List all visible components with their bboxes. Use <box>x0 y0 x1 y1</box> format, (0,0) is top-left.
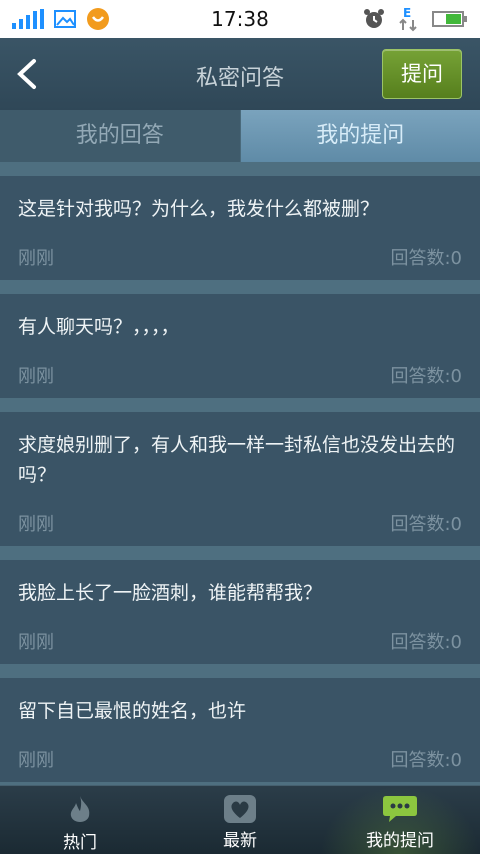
question-time: 刚刚 <box>18 248 54 269</box>
list-item[interactable]: 我脸上长了一脸酒刺，谁能帮帮我？ 刚刚 回答数:0 <box>0 560 480 664</box>
status-bar: 17:38 E <box>0 0 480 39</box>
list-item[interactable]: 留下自已最恨的姓名，也许 刚刚 回答数:0 <box>0 678 480 782</box>
heart-icon <box>224 795 256 823</box>
bottom-nav: 热门 最新 我的提问 <box>0 785 480 854</box>
tab-my-questions[interactable]: 我的提问 <box>240 110 480 162</box>
answer-count: 回答数:0 <box>390 248 462 269</box>
list-item[interactable]: 这是针对我吗？为什么，我发什么都被删？ 刚刚 回答数:0 <box>0 176 480 280</box>
tab-bar: 我的回答 我的提问 <box>0 110 480 162</box>
question-text: 我脸上长了一脸酒刺，谁能帮帮我？ <box>18 582 323 604</box>
list-item[interactable]: 有人聊天吗？，，，， 刚刚 回答数:0 <box>0 294 480 398</box>
nav-latest[interactable]: 最新 <box>160 786 320 854</box>
data-edge-icon: E <box>399 6 417 32</box>
nav-hot[interactable]: 热门 <box>0 786 160 854</box>
header: 私密问答 提问 <box>0 38 480 110</box>
question-text: 求度娘别删了，有人和我一样一封私信也没发出去的吗？ <box>18 434 456 486</box>
question-list: 这是针对我吗？为什么，我发什么都被删？ 刚刚 回答数:0 有人聊天吗？，，，， … <box>0 162 480 786</box>
chat-icon <box>383 796 417 822</box>
alarm-icon <box>364 9 384 28</box>
question-text: 这是针对我吗？为什么，我发什么都被删？ <box>18 198 380 220</box>
nav-label: 最新 <box>223 831 257 851</box>
nav-my-questions[interactable]: 我的提问 <box>320 786 480 854</box>
nav-label: 我的提问 <box>366 831 434 851</box>
flame-icon <box>70 796 90 822</box>
question-time: 刚刚 <box>18 750 54 771</box>
question-time: 刚刚 <box>18 514 54 535</box>
nav-label: 热门 <box>63 833 97 853</box>
question-text: 有人聊天吗？，，，， <box>18 316 180 338</box>
question-text: 留下自已最恨的姓名，也许 <box>18 700 247 722</box>
svg-text:E: E <box>403 6 411 20</box>
question-time: 刚刚 <box>18 632 54 653</box>
ask-question-button[interactable]: 提问 <box>382 49 462 99</box>
answer-count: 回答数:0 <box>390 750 462 771</box>
answer-count: 回答数:0 <box>390 632 462 653</box>
question-time: 刚刚 <box>18 366 54 387</box>
list-item[interactable]: 求度娘别删了，有人和我一样一封私信也没发出去的吗？ 刚刚 回答数:0 <box>0 412 480 546</box>
answer-count: 回答数:0 <box>390 514 462 535</box>
battery-icon <box>432 11 467 27</box>
tab-my-answers[interactable]: 我的回答 <box>0 110 241 162</box>
answer-count: 回答数:0 <box>390 366 462 387</box>
